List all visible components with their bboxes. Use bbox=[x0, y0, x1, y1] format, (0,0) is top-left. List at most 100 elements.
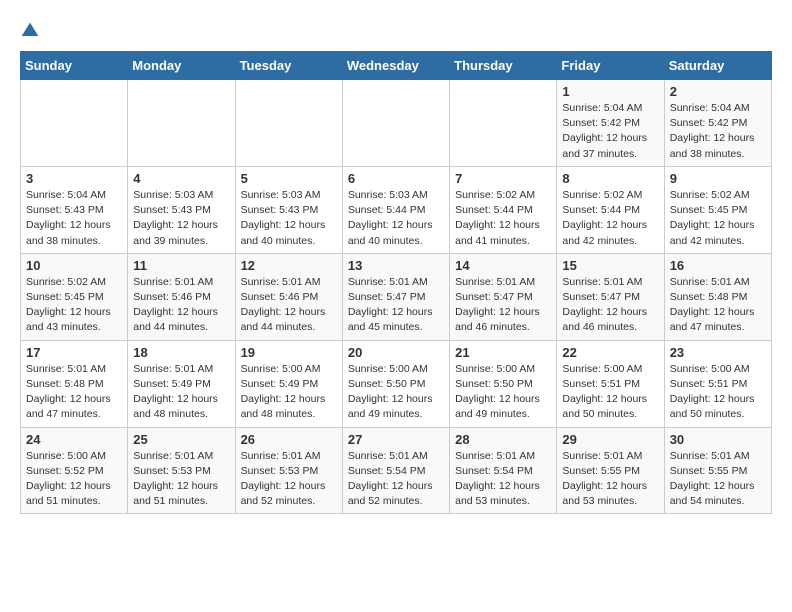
day-info: Sunrise: 5:00 AM Sunset: 5:50 PM Dayligh… bbox=[455, 362, 551, 423]
day-info: Sunrise: 5:01 AM Sunset: 5:54 PM Dayligh… bbox=[348, 449, 444, 510]
calendar-cell: 11 Sunrise: 5:01 AM Sunset: 5:46 PM Dayli… bbox=[128, 253, 235, 340]
day-number: 14 bbox=[455, 258, 551, 273]
calendar-cell: 22Sunrise: 5:00 AM Sunset: 5:51 PM Dayli… bbox=[557, 340, 664, 427]
day-info: Sunrise: 5:01 AM Sunset: 5:48 PM Dayligh… bbox=[26, 362, 122, 423]
calendar-week-row: 24Sunrise: 5:00 AM Sunset: 5:52 PM Dayli… bbox=[21, 427, 772, 514]
calendar-cell: 27 Sunrise: 5:01 AM Sunset: 5:54 PM Dayli… bbox=[342, 427, 449, 514]
day-info: Sunrise: 5:01 AM Sunset: 5:46 PM Dayligh… bbox=[241, 275, 337, 336]
day-number: 8 bbox=[562, 171, 658, 186]
calendar-cell: 19 Sunrise: 5:00 AM Sunset: 5:49 PM Dayli… bbox=[235, 340, 342, 427]
calendar-cell: 9Sunrise: 5:02 AM Sunset: 5:45 PM Daylig… bbox=[664, 166, 771, 253]
day-number: 7 bbox=[455, 171, 551, 186]
day-number: 20 bbox=[348, 345, 444, 360]
day-number: 6 bbox=[348, 171, 444, 186]
calendar-cell bbox=[235, 80, 342, 167]
day-number: 29 bbox=[562, 432, 658, 447]
day-info: Sunrise: 5:01 AM Sunset: 5:53 PM Dayligh… bbox=[133, 449, 229, 510]
day-info: Sunrise: 5:03 AM Sunset: 5:43 PM Dayligh… bbox=[241, 188, 337, 249]
calendar-cell: 28 Sunrise: 5:01 AM Sunset: 5:54 PM Dayli… bbox=[450, 427, 557, 514]
day-number: 27 bbox=[348, 432, 444, 447]
header-cell-monday: Monday bbox=[128, 52, 235, 80]
header bbox=[20, 20, 772, 41]
calendar-cell: 14 Sunrise: 5:01 AM Sunset: 5:47 PM Dayli… bbox=[450, 253, 557, 340]
calendar-cell: 2 Sunrise: 5:04 AM Sunset: 5:42 PM Daylig… bbox=[664, 80, 771, 167]
calendar-table: SundayMondayTuesdayWednesdayThursdayFrid… bbox=[20, 51, 772, 514]
day-number: 26 bbox=[241, 432, 337, 447]
calendar-cell: 25Sunrise: 5:01 AM Sunset: 5:53 PM Dayli… bbox=[128, 427, 235, 514]
day-number: 24 bbox=[26, 432, 122, 447]
day-info: Sunrise: 5:01 AM Sunset: 5:46 PM Dayligh… bbox=[133, 275, 229, 336]
calendar-cell: 20 Sunrise: 5:00 AM Sunset: 5:50 PM Dayli… bbox=[342, 340, 449, 427]
day-info: Sunrise: 5:01 AM Sunset: 5:55 PM Dayligh… bbox=[670, 449, 766, 510]
day-number: 18 bbox=[133, 345, 229, 360]
day-info: Sunrise: 5:02 AM Sunset: 5:44 PM Dayligh… bbox=[455, 188, 551, 249]
calendar-cell: 16 Sunrise: 5:01 AM Sunset: 5:48 PM Dayli… bbox=[664, 253, 771, 340]
day-info: Sunrise: 5:01 AM Sunset: 5:47 PM Dayligh… bbox=[562, 275, 658, 336]
day-number: 16 bbox=[670, 258, 766, 273]
day-number: 28 bbox=[455, 432, 551, 447]
calendar-cell bbox=[342, 80, 449, 167]
day-number: 11 bbox=[133, 258, 229, 273]
day-info: Sunrise: 5:03 AM Sunset: 5:43 PM Dayligh… bbox=[133, 188, 229, 249]
day-number: 2 bbox=[670, 84, 766, 99]
day-info: Sunrise: 5:04 AM Sunset: 5:43 PM Dayligh… bbox=[26, 188, 122, 249]
calendar-week-row: 1 Sunrise: 5:04 AM Sunset: 5:42 PM Daylig… bbox=[21, 80, 772, 167]
day-info: Sunrise: 5:02 AM Sunset: 5:45 PM Dayligh… bbox=[26, 275, 122, 336]
day-info: Sunrise: 5:01 AM Sunset: 5:53 PM Dayligh… bbox=[241, 449, 337, 510]
day-info: Sunrise: 5:01 AM Sunset: 5:47 PM Dayligh… bbox=[455, 275, 551, 336]
day-info: Sunrise: 5:01 AM Sunset: 5:55 PM Dayligh… bbox=[562, 449, 658, 510]
calendar-cell: 8 Sunrise: 5:02 AM Sunset: 5:44 PM Daylig… bbox=[557, 166, 664, 253]
day-info: Sunrise: 5:03 AM Sunset: 5:44 PM Dayligh… bbox=[348, 188, 444, 249]
calendar-cell: 30 Sunrise: 5:01 AM Sunset: 5:55 PM Dayli… bbox=[664, 427, 771, 514]
day-info: Sunrise: 5:04 AM Sunset: 5:42 PM Dayligh… bbox=[670, 101, 766, 162]
calendar-cell: 5 Sunrise: 5:03 AM Sunset: 5:43 PM Daylig… bbox=[235, 166, 342, 253]
day-number: 10 bbox=[26, 258, 122, 273]
calendar-cell: 3 Sunrise: 5:04 AM Sunset: 5:43 PM Daylig… bbox=[21, 166, 128, 253]
calendar-cell: 23Sunrise: 5:00 AM Sunset: 5:51 PM Dayli… bbox=[664, 340, 771, 427]
day-number: 12 bbox=[241, 258, 337, 273]
calendar-cell: 26 Sunrise: 5:01 AM Sunset: 5:53 PM Dayli… bbox=[235, 427, 342, 514]
calendar-week-row: 17 Sunrise: 5:01 AM Sunset: 5:48 PM Dayli… bbox=[21, 340, 772, 427]
header-cell-friday: Friday bbox=[557, 52, 664, 80]
calendar-header-row: SundayMondayTuesdayWednesdayThursdayFrid… bbox=[21, 52, 772, 80]
calendar-body: 1 Sunrise: 5:04 AM Sunset: 5:42 PM Daylig… bbox=[21, 80, 772, 514]
day-number: 3 bbox=[26, 171, 122, 186]
calendar-cell: 10 Sunrise: 5:02 AM Sunset: 5:45 PM Dayli… bbox=[21, 253, 128, 340]
day-number: 19 bbox=[241, 345, 337, 360]
calendar-cell: 12 Sunrise: 5:01 AM Sunset: 5:46 PM Dayli… bbox=[235, 253, 342, 340]
day-number: 30 bbox=[670, 432, 766, 447]
day-info: Sunrise: 5:01 AM Sunset: 5:48 PM Dayligh… bbox=[670, 275, 766, 336]
logo-icon bbox=[20, 21, 40, 41]
day-info: Sunrise: 5:00 AM Sunset: 5:49 PM Dayligh… bbox=[241, 362, 337, 423]
header-cell-saturday: Saturday bbox=[664, 52, 771, 80]
calendar-cell bbox=[128, 80, 235, 167]
calendar-cell: 13Sunrise: 5:01 AM Sunset: 5:47 PM Dayli… bbox=[342, 253, 449, 340]
day-number: 23 bbox=[670, 345, 766, 360]
header-cell-tuesday: Tuesday bbox=[235, 52, 342, 80]
calendar-cell: 29 Sunrise: 5:01 AM Sunset: 5:55 PM Dayli… bbox=[557, 427, 664, 514]
calendar-week-row: 10 Sunrise: 5:02 AM Sunset: 5:45 PM Dayli… bbox=[21, 253, 772, 340]
day-number: 15 bbox=[562, 258, 658, 273]
calendar-cell: 4 Sunrise: 5:03 AM Sunset: 5:43 PM Daylig… bbox=[128, 166, 235, 253]
day-number: 1 bbox=[562, 84, 658, 99]
day-info: Sunrise: 5:02 AM Sunset: 5:45 PM Dayligh… bbox=[670, 188, 766, 249]
header-cell-sunday: Sunday bbox=[21, 52, 128, 80]
calendar-cell: 17 Sunrise: 5:01 AM Sunset: 5:48 PM Dayli… bbox=[21, 340, 128, 427]
day-info: Sunrise: 5:01 AM Sunset: 5:49 PM Dayligh… bbox=[133, 362, 229, 423]
calendar-cell: 6 Sunrise: 5:03 AM Sunset: 5:44 PM Daylig… bbox=[342, 166, 449, 253]
calendar-cell bbox=[450, 80, 557, 167]
day-number: 4 bbox=[133, 171, 229, 186]
header-cell-wednesday: Wednesday bbox=[342, 52, 449, 80]
day-info: Sunrise: 5:00 AM Sunset: 5:50 PM Dayligh… bbox=[348, 362, 444, 423]
calendar-cell: 15 Sunrise: 5:01 AM Sunset: 5:47 PM Dayli… bbox=[557, 253, 664, 340]
day-number: 17 bbox=[26, 345, 122, 360]
calendar-cell: 24Sunrise: 5:00 AM Sunset: 5:52 PM Dayli… bbox=[21, 427, 128, 514]
day-number: 5 bbox=[241, 171, 337, 186]
day-info: Sunrise: 5:00 AM Sunset: 5:51 PM Dayligh… bbox=[562, 362, 658, 423]
day-info: Sunrise: 5:01 AM Sunset: 5:54 PM Dayligh… bbox=[455, 449, 551, 510]
calendar-week-row: 3 Sunrise: 5:04 AM Sunset: 5:43 PM Daylig… bbox=[21, 166, 772, 253]
calendar-cell: 7 Sunrise: 5:02 AM Sunset: 5:44 PM Daylig… bbox=[450, 166, 557, 253]
logo bbox=[20, 20, 44, 41]
calendar-cell bbox=[21, 80, 128, 167]
day-info: Sunrise: 5:02 AM Sunset: 5:44 PM Dayligh… bbox=[562, 188, 658, 249]
